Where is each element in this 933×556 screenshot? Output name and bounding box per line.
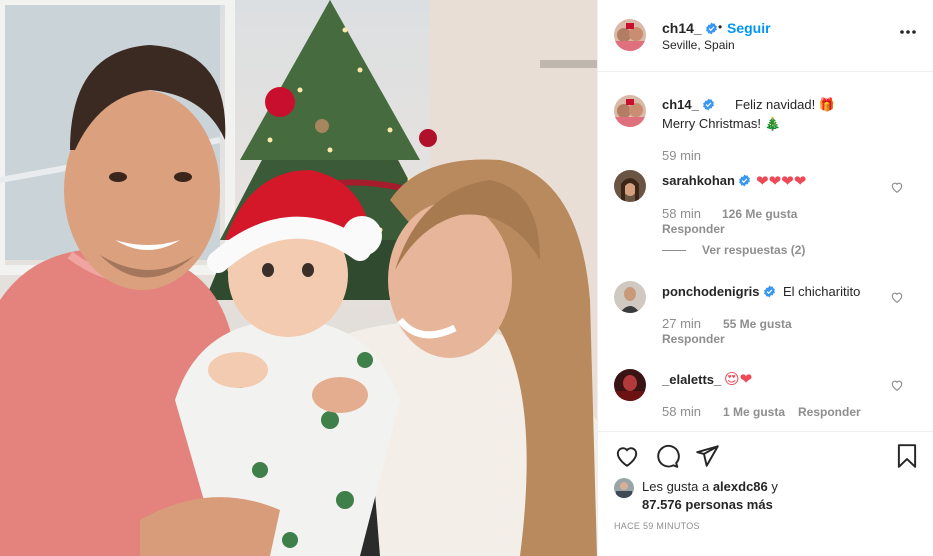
author-avatar-image [614, 19, 646, 51]
comment-likes[interactable]: 55 Me gusta [723, 317, 792, 331]
view-replies-button[interactable]: Ver respuestas (2) [702, 243, 805, 257]
comment-likes-text[interactable]: 55 Me gusta [723, 317, 792, 331]
post-photo[interactable] [0, 0, 597, 556]
reply-button[interactable]: Responder [798, 405, 861, 419]
caption-avatar[interactable] [614, 95, 646, 127]
post-location[interactable]: Seville, Spain [662, 38, 735, 52]
liker-avatar[interactable] [614, 478, 634, 498]
reply-button-text[interactable]: Responder [798, 405, 861, 419]
verified-icon [763, 285, 775, 298]
comment-username[interactable]: _elaletts_ [662, 372, 721, 387]
commenter-avatar[interactable] [614, 170, 646, 202]
likes-summary: Les gusta a alexdc86 y 87.576 personas m… [642, 478, 902, 514]
heart-icon[interactable] [890, 378, 904, 392]
comment-likes-text[interactable]: 1 Me gusta [723, 405, 785, 419]
bookmark-icon[interactable] [894, 443, 920, 469]
commenter-avatar[interactable] [614, 369, 646, 401]
heart-icon[interactable] [890, 180, 904, 194]
likes-prefix: Les gusta a [642, 479, 713, 494]
caption-avatar-image [614, 95, 646, 127]
heart-icon[interactable] [890, 290, 904, 304]
author-avatar[interactable] [614, 19, 646, 51]
post-header: ch14_ • Seguir Seville, Spain [598, 0, 933, 72]
comment-username-text[interactable]: ponchodenigris [662, 284, 760, 299]
comment-time[interactable]: 58 min [662, 404, 701, 419]
comment-text: ❤❤❤❤ [756, 173, 807, 190]
comment-likes[interactable]: 126 Me gusta [722, 207, 797, 221]
comment-text: 😍❤ [724, 371, 753, 388]
likes-middle: y [767, 479, 778, 494]
likes-count[interactable]: 87.576 personas más [642, 497, 773, 512]
comment-username-text[interactable]: sarahkohan [662, 173, 735, 188]
commenter-avatar-image [614, 281, 646, 313]
comment-username[interactable]: sarahkohan [662, 173, 751, 188]
comments-list[interactable]: ch14_ Feliz navidad! 🎁 Merry Christmas! … [598, 73, 933, 431]
commenter-avatar[interactable] [614, 281, 646, 313]
follow-button[interactable]: Seguir [727, 20, 771, 36]
caption-username[interactable]: ch14_ [662, 97, 715, 112]
post-actions: Les gusta a alexdc86 y 87.576 personas m… [598, 431, 933, 556]
comment-likes-text[interactable]: 126 Me gusta [722, 207, 797, 221]
replies-divider [662, 250, 686, 251]
caption-time[interactable]: 59 min [662, 148, 701, 163]
comment-username[interactable]: ponchodenigris [662, 284, 776, 299]
comment-text: El chicharitito [783, 284, 861, 299]
verified-icon [739, 174, 750, 187]
reply-button[interactable]: Responder [662, 222, 725, 236]
reply-button-text[interactable]: Responder [662, 332, 725, 346]
author-username-text[interactable]: ch14_ [662, 20, 702, 36]
liker-avatar-image [614, 478, 634, 498]
caption-text-line2: Merry Christmas! 🎄 [662, 116, 781, 131]
instagram-post: ch14_ • Seguir Seville, Spain ch14_ Feli… [0, 0, 933, 556]
reply-button-text[interactable]: Responder [662, 222, 725, 236]
comment-likes[interactable]: 1 Me gusta [723, 405, 785, 419]
header-separator: • [718, 20, 723, 34]
heart-icon[interactable] [614, 443, 640, 469]
share-icon[interactable] [694, 443, 720, 469]
post-sidebar: ch14_ • Seguir Seville, Spain ch14_ Feli… [597, 0, 933, 556]
reply-button[interactable]: Responder [662, 332, 725, 346]
verified-icon [705, 22, 717, 35]
view-replies-text[interactable]: Ver respuestas (2) [702, 243, 805, 257]
author-username[interactable]: ch14_ [662, 20, 718, 36]
caption-text-line1: Feliz navidad! 🎁 [735, 97, 836, 112]
more-options-icon[interactable] [898, 22, 918, 42]
comment-time[interactable]: 27 min [662, 316, 701, 331]
photo-illustration [0, 0, 597, 556]
comment-icon[interactable] [654, 443, 680, 469]
post-timestamp[interactable]: HACE 59 MINUTOS [614, 521, 700, 531]
caption-username-text[interactable]: ch14_ [662, 97, 699, 112]
comment-time[interactable]: 58 min [662, 206, 701, 221]
commenter-avatar-image [614, 170, 646, 202]
verified-icon [702, 98, 714, 111]
liker-username[interactable]: alexdc86 [713, 479, 768, 494]
commenter-avatar-image [614, 369, 646, 401]
